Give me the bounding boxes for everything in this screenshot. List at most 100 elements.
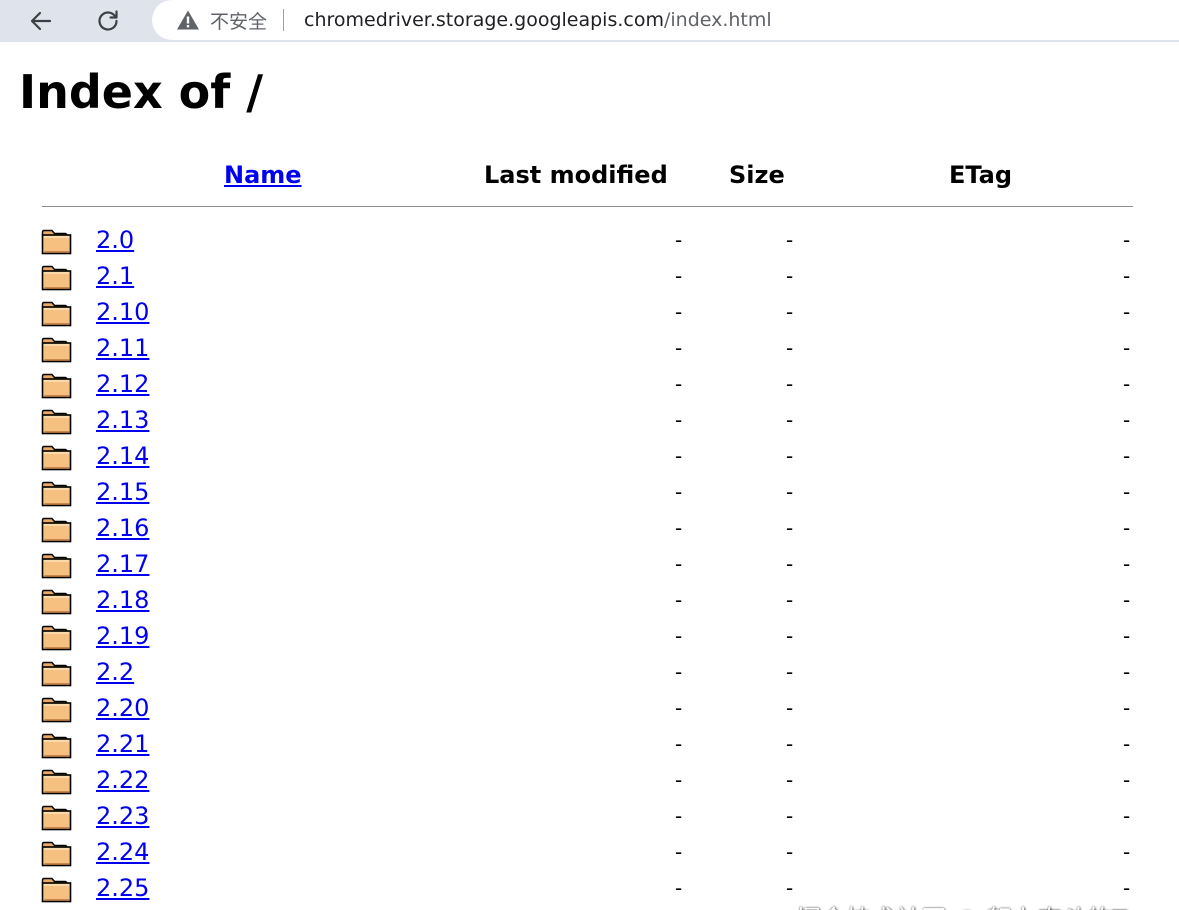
folder-icon[interactable] [41,625,73,651]
folder-icon[interactable] [41,841,73,867]
folder-icon[interactable] [41,301,73,327]
last-modified-cell: - [675,336,683,360]
folder-link[interactable]: 2.16 [96,510,149,546]
table-row: 2.10 - - - [6,294,1179,330]
last-modified-cell: - [675,408,683,432]
table-row: 2.23 - - - [6,798,1179,834]
last-modified-cell: - [675,624,683,648]
last-modified-cell: - [675,804,683,828]
table-row: 2.20 - - - [6,690,1179,726]
folder-icon[interactable] [41,553,73,579]
folder-icon[interactable] [41,877,73,903]
folder-link[interactable]: 2.19 [96,618,149,654]
folder-icon[interactable] [41,409,73,435]
folder-link[interactable]: 2.0 [96,222,134,258]
size-cell: - [786,372,794,396]
folder-link[interactable]: 2.25 [96,870,149,906]
size-cell: - [786,624,794,648]
size-cell: - [786,732,794,756]
folder-icon[interactable] [41,769,73,795]
url-text[interactable]: chromedriver.storage.googleapis.com/inde… [304,9,772,31]
page-title: Index of / [19,65,264,119]
folder-link[interactable]: 2.20 [96,690,149,726]
column-header-etag: ETag [949,161,1013,189]
folder-icon[interactable] [41,517,73,543]
table-row: 2.17 - - - [6,546,1179,582]
column-header-name[interactable]: Name [224,158,302,192]
last-modified-cell: - [675,876,683,900]
folder-link[interactable]: 2.14 [96,438,149,474]
column-header-size: Size [729,161,785,189]
folder-icon[interactable] [41,445,73,471]
url-path: /index.html [663,9,772,31]
size-cell: - [786,660,794,684]
table-row: 2.2 - - - [6,654,1179,690]
folder-link[interactable]: 2.2 [96,654,134,690]
folder-link[interactable]: 2.17 [96,546,149,582]
browser-toolbar: 不安全 chromedriver.storage.googleapis.com/… [0,0,1179,42]
etag-cell: - [1123,768,1131,792]
table-row: 2.14 - - - [6,438,1179,474]
last-modified-cell: - [675,444,683,468]
folder-icon[interactable] [41,589,73,615]
table-row: 2.12 - - - [6,366,1179,402]
table-row: 2.1 - - - [6,258,1179,294]
folder-link[interactable]: 2.10 [96,294,149,330]
last-modified-cell: - [675,552,683,576]
address-bar[interactable]: 不安全 chromedriver.storage.googleapis.com/… [152,0,1179,40]
etag-cell: - [1123,444,1131,468]
folder-icon[interactable] [41,229,73,255]
watermark-text: 掘金技术社区 @ 努力奋斗的Tom [796,900,1163,910]
folder-link[interactable]: 2.15 [96,474,149,510]
folder-link[interactable]: 2.22 [96,762,149,798]
back-button[interactable] [24,4,58,38]
security-label[interactable]: 不安全 [210,7,267,34]
table-row: 2.21 - - - [6,726,1179,762]
folder-icon[interactable] [41,265,73,291]
etag-cell: - [1123,696,1131,720]
last-modified-cell: - [675,300,683,324]
table-row: 2.13 - - - [6,402,1179,438]
last-modified-cell: - [675,480,683,504]
etag-cell: - [1123,624,1131,648]
last-modified-cell: - [675,516,683,540]
etag-cell: - [1123,516,1131,540]
folder-icon[interactable] [41,697,73,723]
etag-cell: - [1123,372,1131,396]
size-cell: - [786,228,794,252]
etag-cell: - [1123,480,1131,504]
etag-cell: - [1123,552,1131,576]
size-cell: - [786,768,794,792]
table-row: 2.0 - - - [6,222,1179,258]
warning-triangle-icon[interactable] [176,9,200,31]
etag-cell: - [1123,660,1131,684]
size-cell: - [786,336,794,360]
etag-cell: - [1123,228,1131,252]
reload-icon [98,10,118,31]
etag-cell: - [1123,732,1131,756]
last-modified-cell: - [675,228,683,252]
folder-icon[interactable] [41,481,73,507]
size-cell: - [786,552,794,576]
size-cell: - [786,804,794,828]
column-header-last-modified: Last modified [484,161,668,189]
last-modified-cell: - [675,732,683,756]
folder-link[interactable]: 2.24 [96,834,149,870]
folder-icon[interactable] [41,661,73,687]
folder-link[interactable]: 2.18 [96,582,149,618]
omnibox-divider [283,9,285,31]
folder-icon[interactable] [41,733,73,759]
folder-icon[interactable] [41,373,73,399]
reload-button[interactable] [91,4,125,38]
folder-link[interactable]: 2.1 [96,258,134,294]
folder-icon[interactable] [41,337,73,363]
folder-link[interactable]: 2.13 [96,402,149,438]
folder-link[interactable]: 2.23 [96,798,149,834]
folder-link[interactable]: 2.11 [96,330,149,366]
etag-cell: - [1123,300,1131,324]
folder-link[interactable]: 2.21 [96,726,149,762]
folder-link[interactable]: 2.12 [96,366,149,402]
table-row: 2.15 - - - [6,474,1179,510]
last-modified-cell: - [675,840,683,864]
folder-icon[interactable] [41,805,73,831]
